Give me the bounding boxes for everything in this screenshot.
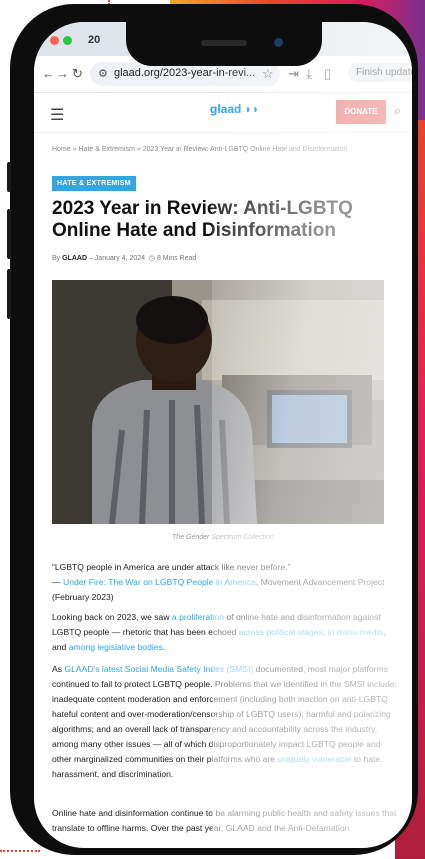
link-mass-media[interactable]: in mass media	[328, 627, 383, 637]
breadcrumb-separator: »	[136, 146, 141, 153]
finish-update-button[interactable]: Finish update	[348, 63, 412, 82]
download-icon[interactable]: ⤓	[306, 66, 312, 82]
reload-icon[interactable]: ↻	[72, 66, 83, 82]
address-url: glaad.org/2023-year-in-revi...	[114, 67, 256, 79]
breadcrumb-separator: »	[72, 146, 77, 153]
window-close-dot[interactable]	[50, 36, 59, 45]
article-photo	[52, 280, 384, 524]
site-info-icon[interactable]: ⚙	[98, 67, 108, 80]
forward-icon[interactable]: →	[56, 66, 69, 81]
site-logo[interactable]: glaad ◗◗	[210, 102, 259, 116]
phone-screen: 20 ← → ↻ ⚙ glaad.org/2023-year-in-revi..…	[34, 22, 412, 848]
quote-text: “LGBTQ people in America are under attac…	[52, 562, 291, 572]
link-proliferation[interactable]: a proliferation	[172, 612, 224, 622]
link-uniquely-vulnerable[interactable]: uniquely vulnerable	[277, 754, 351, 764]
menu-icon[interactable]: ☰	[50, 105, 64, 125]
paragraph-text: .	[162, 642, 166, 652]
quote-dash: —	[52, 577, 63, 587]
byline-author[interactable]: GLAAD	[62, 255, 87, 262]
paragraph-text: Looking back on 2023, we saw	[52, 612, 172, 622]
bookmark-star-icon[interactable]: ☆	[262, 66, 274, 82]
dotted-line-bottom	[0, 850, 40, 852]
article-paragraph-3: Online hate and disinformation continue …	[52, 808, 397, 833]
phone-notch	[126, 22, 322, 66]
category-badge[interactable]: HATE & EXTREMISM	[52, 176, 136, 191]
clock-icon: ◷	[148, 255, 156, 262]
breadcrumb-category[interactable]: Hate & Extremism	[79, 146, 135, 153]
breadcrumb: Home » Hate & Extremism » 2023 Year in R…	[52, 146, 347, 153]
extensions-icon[interactable]: ▯	[324, 66, 331, 82]
browser-tab[interactable]: 20	[88, 34, 100, 46]
paragraph-text: As	[52, 664, 65, 674]
photo-illustration	[52, 280, 384, 524]
link-political-stages[interactable]: across political stages	[239, 627, 323, 637]
byline-date: – January 4, 2024	[88, 255, 146, 262]
quote-link[interactable]: Under Fire: The War on LGBTQ People in A…	[63, 577, 256, 587]
search-icon[interactable]: ⌕	[394, 103, 401, 119]
link-smsi[interactable]: GLAAD's latest Social Media Safety Index…	[64, 664, 253, 674]
site-header: ☰ glaad ◗◗ DONATE ⌕	[34, 92, 412, 133]
phone-volume-down	[7, 269, 11, 319]
breadcrumb-home[interactable]: Home	[52, 146, 71, 153]
speaker-grille	[201, 40, 247, 46]
breadcrumb-current: 2023 Year in Review: Anti-LGBTQ Online H…	[142, 146, 348, 153]
front-camera	[274, 38, 283, 47]
article-paragraph-2: As GLAAD's latest Social Media Safety In…	[52, 662, 397, 782]
phone-frame: 20 ← → ↻ ⚙ glaad.org/2023-year-in-revi..…	[7, 4, 418, 855]
article-paragraph-1: Looking back on 2023, we saw a prolifera…	[52, 610, 397, 655]
share-icon[interactable]: ⇥	[288, 66, 299, 82]
window-zoom-dot[interactable]	[63, 36, 72, 45]
photo-caption: The Gender Spectrum Collection	[172, 534, 274, 541]
phone-volume-up	[7, 209, 11, 259]
link-legislative-bodies[interactable]: among legislative bodies	[69, 642, 163, 652]
article-title: 2023 Year in Review: Anti-LGBTQ Online H…	[52, 198, 353, 241]
read-time: 8 Mins Read	[156, 255, 197, 262]
back-icon[interactable]: ←	[42, 66, 55, 81]
paragraph-text: documented, most major platforms continu…	[52, 664, 397, 764]
stage: 20 ← → ↻ ⚙ glaad.org/2023-year-in-revi..…	[0, 0, 425, 859]
donate-button[interactable]: DONATE	[336, 100, 386, 124]
article-quote: “LGBTQ people in America are under attac…	[52, 560, 397, 605]
article-byline: By GLAAD – January 4, 2024 ◷ 8 Mins Read	[52, 254, 196, 262]
phone-mute-switch	[7, 162, 11, 192]
byline-prefix: By	[52, 255, 61, 262]
